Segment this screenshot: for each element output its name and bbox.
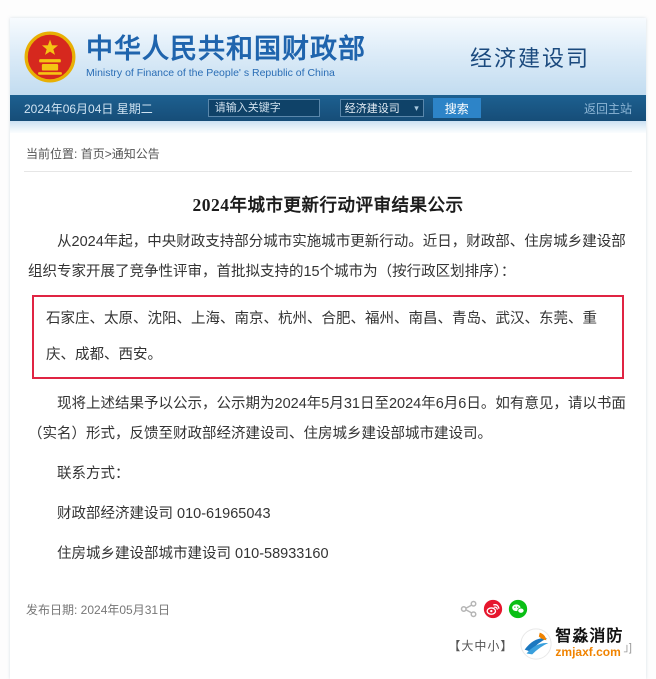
header-bottom-band <box>10 121 646 133</box>
site-subtitle: Ministry of Finance of the People' s Rep… <box>86 67 366 79</box>
current-date: 2024年06月04日 星期二 <box>24 100 153 117</box>
font-size-bracket-open: 【 <box>448 639 461 653</box>
contact-line-mohurd: 住房城乡建设部城市建设司 010-58933160 <box>28 539 628 569</box>
highlighted-city-list: 石家庄、太原、沈阳、上海、南京、杭州、合肥、福州、南昌、青岛、武汉、东莞、重庆、… <box>32 295 624 379</box>
watermark-logo-icon <box>519 627 553 661</box>
contact-line-mof: 财政部经济建设司 010-61965043 <box>28 499 628 529</box>
search-input[interactable] <box>208 99 320 117</box>
share-icons <box>460 599 528 619</box>
font-size-large-button[interactable]: 大 <box>461 639 474 653</box>
scope-select[interactable]: 经济建设司 ▾ <box>340 99 424 117</box>
article-title: 2024年城市更新行动评审结果公示 <box>28 192 628 217</box>
chevron-down-icon: ▾ <box>414 103 419 114</box>
font-size-bracket-close: 】 <box>500 639 513 653</box>
national-emblem-icon <box>24 31 76 83</box>
site-title-block: 中华人民共和国财政部 Ministry of Finance of the Pe… <box>86 34 366 79</box>
page-container: 中华人民共和国财政部 Ministry of Finance of the Pe… <box>10 18 646 679</box>
site-title: 中华人民共和国财政部 <box>86 34 366 65</box>
navbar: 2024年06月04日 星期二 经济建设司 ▾ 搜索 返回主站 <box>10 95 646 121</box>
breadcrumb-home-link[interactable]: 首页 <box>81 147 105 161</box>
breadcrumb-section-link[interactable]: 通知公告 <box>112 147 160 161</box>
return-main-site-link[interactable]: 返回主站 <box>584 100 632 117</box>
weibo-icon[interactable] <box>483 599 503 619</box>
breadcrumb-separator: > <box>105 147 112 161</box>
article-paragraph-1: 从2024年起，中央财政支持部分城市实施城市更新行动。近日，财政部、住房城乡建设… <box>28 227 628 287</box>
watermark: 智淼消防 zmjaxf.com <box>519 627 623 661</box>
search-group: 经济建设司 ▾ 搜索 <box>208 98 481 118</box>
announcement-article: 2024年城市更新行动评审结果公示 从2024年起，中央财政支持部分城市实施城市… <box>10 172 646 569</box>
share-icon[interactable] <box>460 600 478 618</box>
font-size-medium-button[interactable]: 中 <box>474 639 487 653</box>
search-button[interactable]: 搜索 <box>433 98 481 118</box>
contact-label: 联系方式： <box>28 459 628 489</box>
obscured-bracket-text: 」] <box>623 639 632 655</box>
watermark-text: 智淼消防 zmjaxf.com <box>555 629 623 658</box>
watermark-site: zmjaxf.com <box>555 646 623 659</box>
breadcrumb: 当前位置: 首页>通知公告 <box>10 135 646 171</box>
footer-meta-row: 发布日期: 2024年05月31日 <box>10 579 646 619</box>
publish-date: 发布日期: 2024年05月31日 <box>26 601 170 618</box>
main-content: 当前位置: 首页>通知公告 2024年城市更新行动评审结果公示 从2024年起，… <box>10 133 646 679</box>
font-size-small-button[interactable]: 小 <box>487 639 500 653</box>
breadcrumb-label: 当前位置: <box>26 147 77 161</box>
font-controls-row: 【大中小】 智淼消防 zmjaxf.com 」] <box>10 619 646 661</box>
font-size-controls: 【大中小】 <box>448 637 513 654</box>
department-name: 经济建设司 <box>470 41 632 73</box>
scope-select-value: 经济建设司 <box>345 100 400 116</box>
site-header: 中华人民共和国财政部 Ministry of Finance of the Pe… <box>10 18 646 95</box>
wechat-icon[interactable] <box>508 599 528 619</box>
watermark-name: 智淼消防 <box>555 629 623 646</box>
article-paragraph-2: 现将上述结果予以公示，公示期为2024年5月31日至2024年6月6日。如有意见… <box>28 389 628 449</box>
